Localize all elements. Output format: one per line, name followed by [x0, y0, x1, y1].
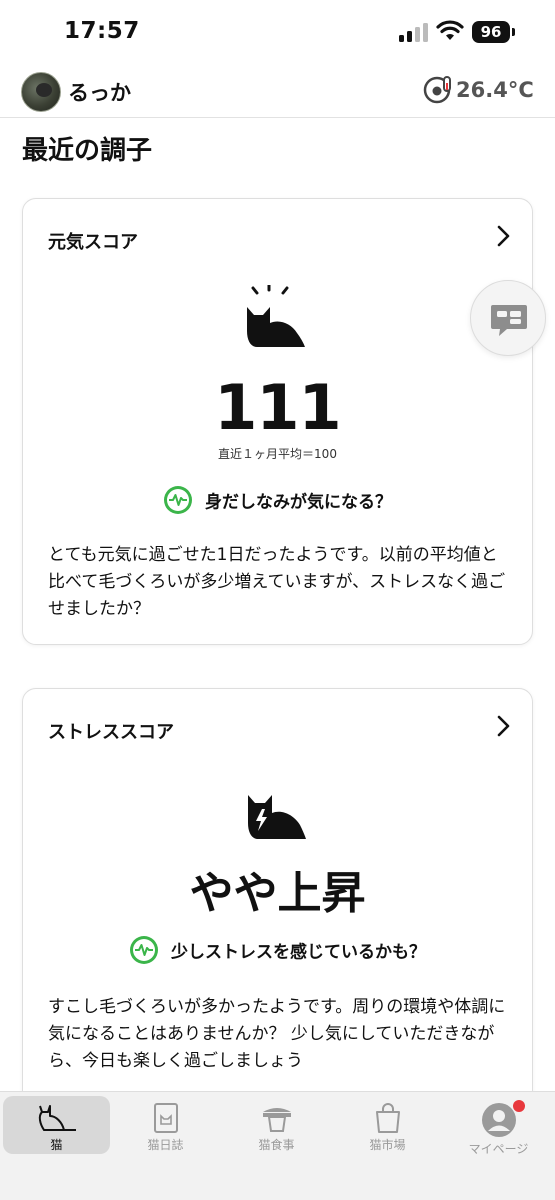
chat-bubble-icon	[491, 305, 527, 336]
wifi-icon	[436, 20, 464, 40]
cat-name[interactable]: るっか	[68, 77, 131, 107]
cat-avatar[interactable]	[21, 72, 61, 112]
energy-score-card[interactable]: 元気スコア 111 直近１ヶ月平均＝100 身だしなみが気になる？ とても元気に…	[22, 198, 533, 645]
cat-lightning-icon	[247, 795, 306, 839]
notification-badge	[513, 1100, 525, 1112]
battery-indicator: 96	[472, 21, 510, 43]
temperature-reading: 26.4°C	[456, 78, 534, 102]
tab-label: マイページ	[468, 1142, 529, 1156]
diary-icon	[153, 1103, 178, 1133]
status-bar: 17:57 96	[0, 0, 555, 66]
signal-icon	[399, 22, 429, 42]
monthly-average: 直近１ヶ月平均＝100	[218, 447, 337, 461]
thermometer-device-icon	[423, 76, 451, 104]
stress-score-card[interactable]: ストレススコア やや上昇 少しストレスを感じているかも？ すこし毛づくろいが多か…	[22, 688, 533, 1108]
pulse-icon	[164, 486, 193, 514]
card-title: ストレススコア	[48, 722, 174, 743]
cat-sun-icon	[246, 285, 305, 347]
tab-diary[interactable]: 猫日誌	[112, 1096, 219, 1154]
tab-label: 猫食事	[258, 1138, 295, 1152]
status-time: 17:57	[64, 18, 140, 44]
tab-food[interactable]: 猫食事	[223, 1096, 330, 1154]
app-header: るっか 26.4°C	[0, 66, 555, 118]
food-icon	[262, 1108, 291, 1132]
chevron-right-icon[interactable]	[496, 715, 510, 737]
tab-market[interactable]: 猫市場	[334, 1096, 441, 1154]
cat-icon	[38, 1105, 76, 1131]
card-title: 元気スコア	[48, 232, 138, 253]
card-description: とても元気に過ごせた1日だったようです。以前の平均値と比べて毛づくろいが多少増え…	[48, 545, 506, 619]
tab-label: 猫	[50, 1138, 63, 1152]
stress-score-value: やや上昇	[189, 868, 366, 919]
chat-button[interactable]	[470, 280, 546, 356]
page-title: 最近の調子	[22, 136, 153, 166]
tab-mypage[interactable]: マイページ	[445, 1096, 552, 1156]
energy-score-value: 111	[214, 371, 341, 444]
tab-cat[interactable]: 猫	[3, 1096, 110, 1154]
chevron-right-icon[interactable]	[496, 225, 510, 247]
insight-tag: 少しストレスを感じているかも？	[23, 935, 532, 965]
insight-tag-text: 少しストレスを感じているかも？	[170, 942, 426, 963]
insight-tag: 身だしなみが気になる？	[23, 485, 532, 515]
shopping-bag-icon	[375, 1103, 400, 1133]
profile-icon	[481, 1103, 516, 1137]
battery-tip	[512, 28, 515, 36]
pulse-icon	[130, 936, 159, 964]
tab-label: 猫日誌	[147, 1138, 184, 1152]
insight-tag-text: 身だしなみが気になる？	[204, 492, 392, 513]
tab-label: 猫市場	[369, 1138, 406, 1152]
card-description: すこし毛づくろいが多かったようです。周りの環境や体調に気になることはありませんか…	[48, 997, 506, 1071]
bottom-tab-bar: 猫 猫日誌 猫食事 猫市場 マイページ	[0, 1091, 555, 1200]
